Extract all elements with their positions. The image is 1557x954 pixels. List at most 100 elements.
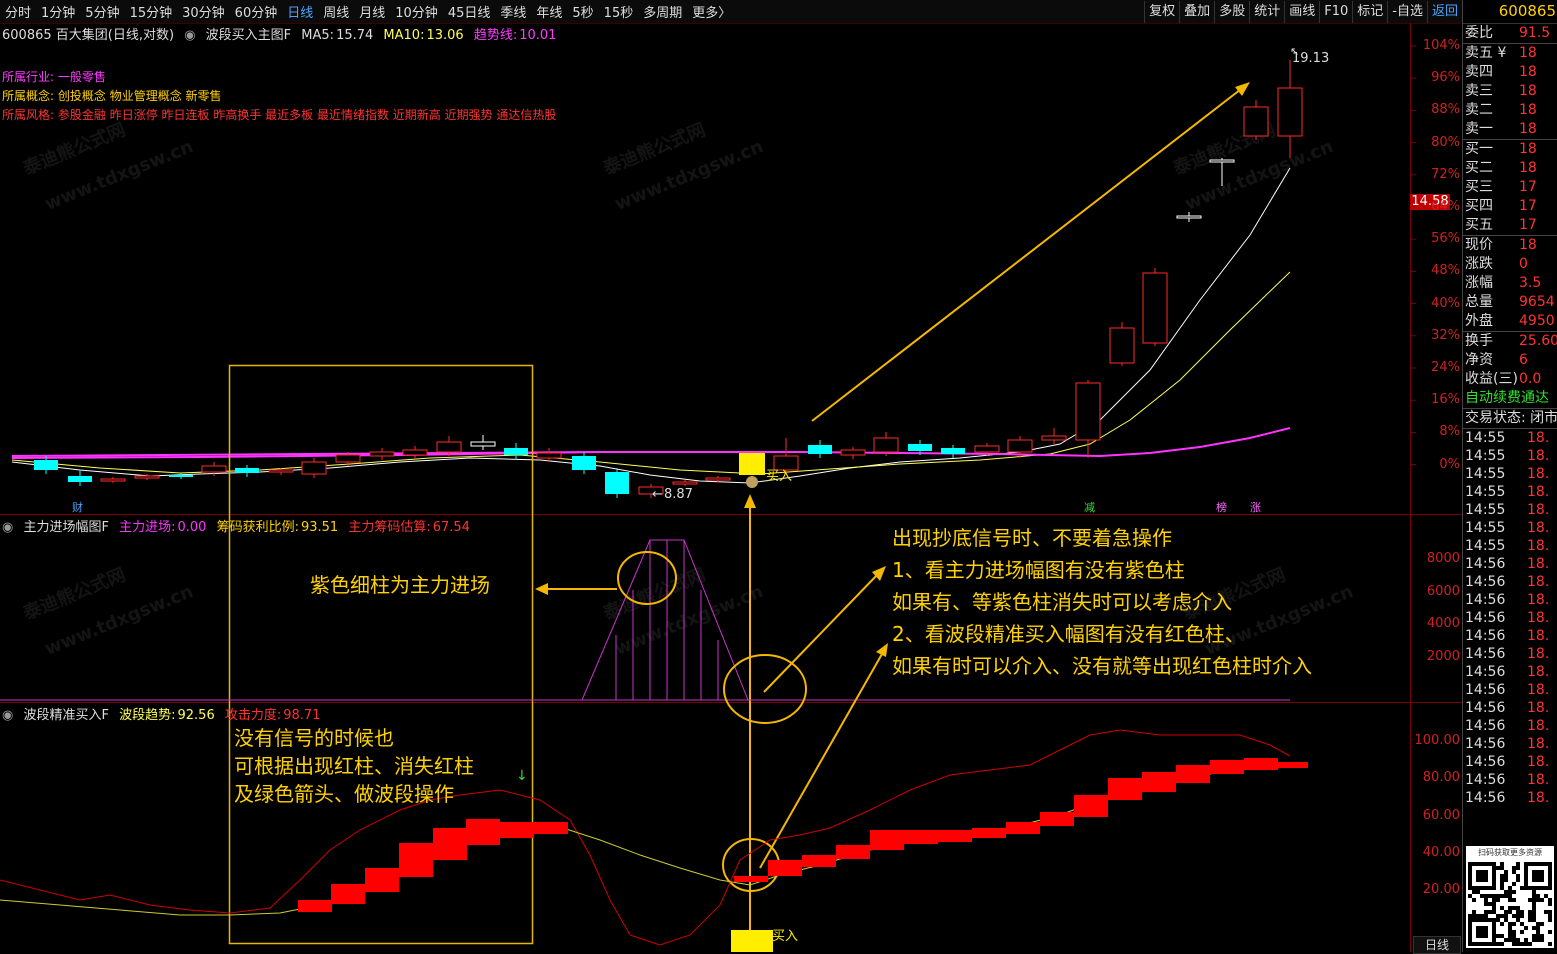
qr-module xyxy=(1492,894,1496,898)
qr-module xyxy=(1508,922,1512,926)
qr-module xyxy=(1500,878,1504,882)
tick-row: 14:56 18. xyxy=(1463,771,1557,789)
candle-body xyxy=(235,468,259,473)
qr-module xyxy=(1548,902,1552,906)
candle-body xyxy=(974,445,1000,453)
candle-body xyxy=(1176,215,1202,219)
qr-module xyxy=(1504,874,1508,878)
qr-module xyxy=(1504,918,1508,922)
qr-module xyxy=(1508,926,1512,930)
marker-finance[interactable]: 财 xyxy=(72,500,83,514)
qr-module xyxy=(1512,890,1516,894)
marker-rise[interactable]: 涨 xyxy=(1250,501,1261,514)
qr-module xyxy=(1548,866,1552,870)
bottom-tab-daily[interactable]: 日线 xyxy=(1413,936,1461,954)
quote-value: 18 xyxy=(1519,102,1537,118)
qr-module xyxy=(1528,886,1532,890)
buy-coin-icon xyxy=(746,476,758,488)
ma10-line xyxy=(11,271,1291,475)
tick-time: 14:55 xyxy=(1465,538,1506,554)
qr-module xyxy=(1540,922,1544,926)
qr-module xyxy=(1468,886,1472,890)
candle-body xyxy=(1041,435,1067,441)
marker-rank[interactable]: 榜 xyxy=(1216,500,1227,514)
qr-caption: 扫码获取更多资源 xyxy=(1478,848,1542,857)
axis-tick-label: 64% xyxy=(1431,199,1460,214)
qr-module xyxy=(1484,926,1488,930)
qr-module xyxy=(1548,862,1552,866)
tick-price: 18. xyxy=(1527,520,1550,536)
qr-module xyxy=(1492,930,1496,934)
qr-module xyxy=(1508,886,1512,890)
qr-module xyxy=(1508,890,1512,894)
candle-body xyxy=(369,451,395,457)
wave-red-block xyxy=(1142,772,1176,792)
qr-module xyxy=(1488,918,1492,922)
qr-module xyxy=(1504,914,1508,918)
qr-module xyxy=(1528,918,1532,922)
qr-module xyxy=(1524,882,1528,886)
qr-module xyxy=(1480,862,1484,866)
qr-module xyxy=(1512,934,1516,938)
qr-module xyxy=(1480,894,1484,898)
annotation-left-box: 没有信号的时候也 可根据出现红柱、消失红柱 及绿色箭头、做波段操作 xyxy=(234,724,474,808)
qr-module xyxy=(1468,926,1472,930)
candle-body xyxy=(705,477,731,481)
qr-module xyxy=(1496,918,1500,922)
tick-row: 14:55 18. xyxy=(1463,501,1557,519)
chart-canvas[interactable]: 19.13 ↖ ← 8.87 买入 财 减 榜 涨 ↓ 买入 xyxy=(0,0,1462,952)
axis-tick-label: 80.00 xyxy=(1422,770,1460,786)
qr-module xyxy=(1516,914,1520,918)
indicator2-menu-icon[interactable]: ◉ xyxy=(2,708,13,723)
qr-module xyxy=(1484,942,1488,946)
qr-module xyxy=(1548,870,1552,874)
quote-key: 收益(三) xyxy=(1465,371,1518,387)
uptrend-arrow-head xyxy=(1235,82,1250,96)
qr-module xyxy=(1480,926,1484,930)
wave-red-block xyxy=(1176,765,1210,783)
qr-module xyxy=(1520,910,1524,914)
tick-price: 18. xyxy=(1527,736,1550,752)
qr-module xyxy=(1524,862,1528,866)
quote-key: 买五 xyxy=(1465,217,1493,233)
axis-tick-label: 24% xyxy=(1431,360,1460,375)
qr-module xyxy=(1548,886,1552,890)
axis-tick-label: 88% xyxy=(1431,102,1460,118)
qr-module xyxy=(1492,918,1496,922)
qr-module xyxy=(1512,942,1516,946)
qr-module xyxy=(1540,862,1544,866)
qr-module xyxy=(1504,890,1508,894)
qr-module xyxy=(1540,886,1544,890)
weibi-row: 委比 91.5 xyxy=(1463,24,1557,43)
tick-row: 14:55 18. xyxy=(1463,519,1557,537)
axis-tick-label: 104% xyxy=(1422,38,1460,53)
qr-module xyxy=(1536,886,1540,890)
indicator1-name[interactable]: 主力进场幅图F xyxy=(23,520,108,535)
promo-link[interactable]: 自动续费通达 xyxy=(1463,389,1557,408)
qr-module xyxy=(1480,930,1484,934)
tick-price: 18. xyxy=(1527,628,1550,644)
qr-module xyxy=(1484,914,1488,918)
qr-module xyxy=(1480,874,1484,878)
wave-red-block xyxy=(1040,812,1074,826)
tick-row: 14:56 18. xyxy=(1463,735,1557,753)
tick-price: 18. xyxy=(1527,556,1550,572)
qr-module xyxy=(1484,886,1488,890)
qr-module xyxy=(1536,938,1540,942)
axis-tick-label: 80% xyxy=(1431,134,1460,150)
bottom-buy-label: 买入 xyxy=(772,929,798,944)
low-price-marker-icon: ← xyxy=(652,487,663,502)
axis-tick-label: 4000 xyxy=(1426,616,1460,631)
tick-time: 14:55 xyxy=(1465,484,1506,500)
qr-module xyxy=(1492,910,1496,914)
qr-module xyxy=(1484,930,1488,934)
indicator2-name[interactable]: 波段精准买入F xyxy=(23,708,108,723)
marker-reduce[interactable]: 减 xyxy=(1084,501,1095,514)
axis-tick-label: 48% xyxy=(1431,263,1460,279)
quote-key: 买四 xyxy=(1465,198,1493,214)
candle-body xyxy=(169,475,193,477)
indicator1-menu-icon[interactable]: ◉ xyxy=(2,520,13,535)
qr-module xyxy=(1492,934,1496,938)
quote-row: 收益(三) 0.0 xyxy=(1463,370,1557,389)
candle-body xyxy=(873,437,899,453)
